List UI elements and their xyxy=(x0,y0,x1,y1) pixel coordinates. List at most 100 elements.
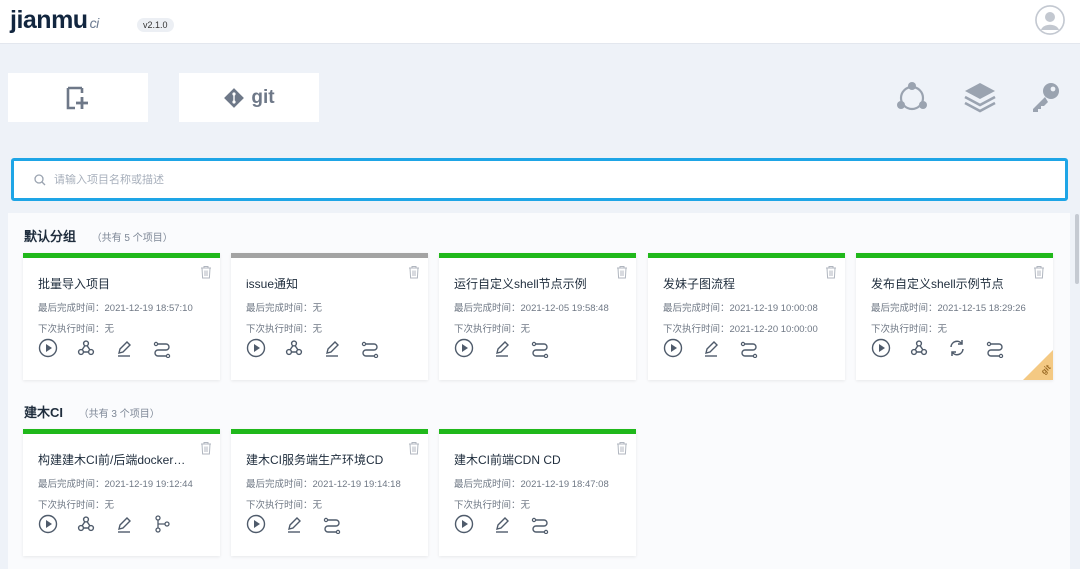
play-icon xyxy=(454,514,474,534)
run-button[interactable] xyxy=(663,338,683,358)
last-done-value: 2021-12-19 10:00:08 xyxy=(729,303,818,314)
delete-button[interactable] xyxy=(200,441,212,455)
add-project-button[interactable] xyxy=(8,73,148,122)
project-name[interactable]: 建木CI前端CDN CD xyxy=(454,451,604,468)
last-done-value: 2021-12-19 18:57:10 xyxy=(104,303,193,314)
webhook-button[interactable] xyxy=(284,338,304,358)
edit-button[interactable] xyxy=(114,514,134,534)
share-nodes-icon xyxy=(897,82,927,111)
run-button[interactable] xyxy=(246,338,266,358)
project-card[interactable]: 构建建木CI前/后端docker镜像 最后完成时间：2021-12-19 19:1… xyxy=(23,429,220,556)
workflow-button[interactable] xyxy=(985,338,1005,358)
layers-button[interactable] xyxy=(961,78,999,116)
webhook-button[interactable] xyxy=(909,338,929,358)
run-button[interactable] xyxy=(38,514,58,534)
secrets-button[interactable] xyxy=(1027,78,1065,116)
project-name[interactable]: 发妹子图流程 xyxy=(663,275,813,292)
status-bar xyxy=(231,253,428,258)
run-button[interactable] xyxy=(454,514,474,534)
group-name[interactable]: 建木CI xyxy=(24,405,63,420)
project-name[interactable]: 建木CI服务端生产环境CD xyxy=(246,451,396,468)
project-card[interactable]: 建木CI服务端生产环境CD 最后完成时间：2021-12-19 19:14:18 下… xyxy=(231,429,428,556)
edit-icon xyxy=(114,338,134,358)
trash-icon xyxy=(408,442,420,459)
project-name[interactable]: issue通知 xyxy=(246,275,396,292)
workflow-button[interactable] xyxy=(152,338,172,358)
workflow-button[interactable] xyxy=(739,338,759,358)
edit-button[interactable] xyxy=(322,338,342,358)
workflow-icon xyxy=(739,338,759,358)
play-icon xyxy=(454,338,474,358)
search-input[interactable] xyxy=(54,173,954,186)
branch-button[interactable] xyxy=(152,514,172,534)
run-button[interactable] xyxy=(871,338,891,358)
branch-icon xyxy=(152,514,172,534)
next-run-value: 无 xyxy=(937,324,948,335)
project-card[interactable]: 发布自定义shell示例节点 最后完成时间：2021-12-15 18:29:26… xyxy=(856,253,1053,380)
trash-icon xyxy=(825,266,837,283)
last-done-label: 最后完成时间： xyxy=(454,479,521,490)
next-run-row: 下次执行时间：无 xyxy=(454,321,530,335)
run-button[interactable] xyxy=(38,338,58,358)
card-actions xyxy=(663,338,759,358)
project-card[interactable]: issue通知 最后完成时间：无 下次执行时间：无 xyxy=(231,253,428,380)
avatar[interactable] xyxy=(1035,5,1065,35)
top-bar: jianmu ci v2.1.0 xyxy=(0,0,1080,44)
next-run-row: 下次执行时间：无 xyxy=(38,321,114,335)
webhook-button[interactable] xyxy=(76,514,96,534)
delete-button[interactable] xyxy=(408,265,420,279)
project-name[interactable]: 构建建木CI前/后端docker镜像 xyxy=(38,451,188,468)
run-button[interactable] xyxy=(246,514,266,534)
search-bar xyxy=(11,158,1068,201)
workflow-button[interactable] xyxy=(530,338,550,358)
last-done-row: 最后完成时间：2021-12-15 18:29:26 xyxy=(871,300,1026,314)
workflow-button[interactable] xyxy=(360,338,380,358)
edit-button[interactable] xyxy=(284,514,304,534)
key-icon xyxy=(1033,83,1059,112)
edit-button[interactable] xyxy=(492,338,512,358)
webhook-button[interactable] xyxy=(76,338,96,358)
delete-button[interactable] xyxy=(1033,265,1045,279)
project-name[interactable]: 运行自定义shell节点示例 xyxy=(454,275,604,292)
last-done-row: 最后完成时间：2021-12-19 10:00:08 xyxy=(663,300,818,314)
status-bar xyxy=(439,429,636,434)
project-card[interactable]: 批量导入项目 最后完成时间：2021-12-19 18:57:10 下次执行时间：无 xyxy=(23,253,220,380)
project-name[interactable]: 发布自定义shell示例节点 xyxy=(871,275,1021,292)
play-icon xyxy=(246,338,266,358)
edit-button[interactable] xyxy=(701,338,721,358)
workflow-button[interactable] xyxy=(530,514,550,534)
git-icon xyxy=(224,87,245,108)
delete-button[interactable] xyxy=(825,265,837,279)
last-done-value: 2021-12-05 19:58:48 xyxy=(520,303,609,314)
last-done-label: 最后完成时间： xyxy=(246,479,313,490)
sync-button[interactable] xyxy=(947,338,967,358)
logo[interactable]: jianmu ci xyxy=(10,6,99,35)
git-label: git xyxy=(251,86,275,108)
group-name[interactable]: 默认分组 xyxy=(24,229,76,244)
card-actions xyxy=(38,338,172,358)
next-run-row: 下次执行时间：无 xyxy=(871,321,947,335)
next-run-value: 无 xyxy=(520,500,531,511)
next-run-label: 下次执行时间： xyxy=(454,500,521,511)
group-title: 默认分组 （共有 5 个项目） xyxy=(24,226,173,245)
delete-button[interactable] xyxy=(408,441,420,455)
project-card[interactable]: 建木CI前端CDN CD 最后完成时间：2021-12-19 18:47:08 下次… xyxy=(439,429,636,556)
node-library-button[interactable] xyxy=(893,78,931,116)
workflow-button[interactable] xyxy=(322,514,342,534)
edit-icon xyxy=(322,338,342,358)
edit-button[interactable] xyxy=(114,338,134,358)
import-git-button[interactable]: git xyxy=(179,73,319,122)
scrollbar[interactable] xyxy=(1075,214,1079,284)
project-card[interactable]: 运行自定义shell节点示例 最后完成时间：2021-12-05 19:58:48… xyxy=(439,253,636,380)
search-icon xyxy=(34,173,46,185)
project-card[interactable]: 发妹子图流程 最后完成时间：2021-12-19 10:00:08 下次执行时间：2… xyxy=(648,253,845,380)
delete-button[interactable] xyxy=(616,441,628,455)
next-run-value: 无 xyxy=(520,324,531,335)
status-bar xyxy=(231,429,428,434)
workflow-icon xyxy=(360,338,380,358)
delete-button[interactable] xyxy=(200,265,212,279)
edit-button[interactable] xyxy=(492,514,512,534)
delete-button[interactable] xyxy=(616,265,628,279)
run-button[interactable] xyxy=(454,338,474,358)
project-name[interactable]: 批量导入项目 xyxy=(38,275,188,292)
